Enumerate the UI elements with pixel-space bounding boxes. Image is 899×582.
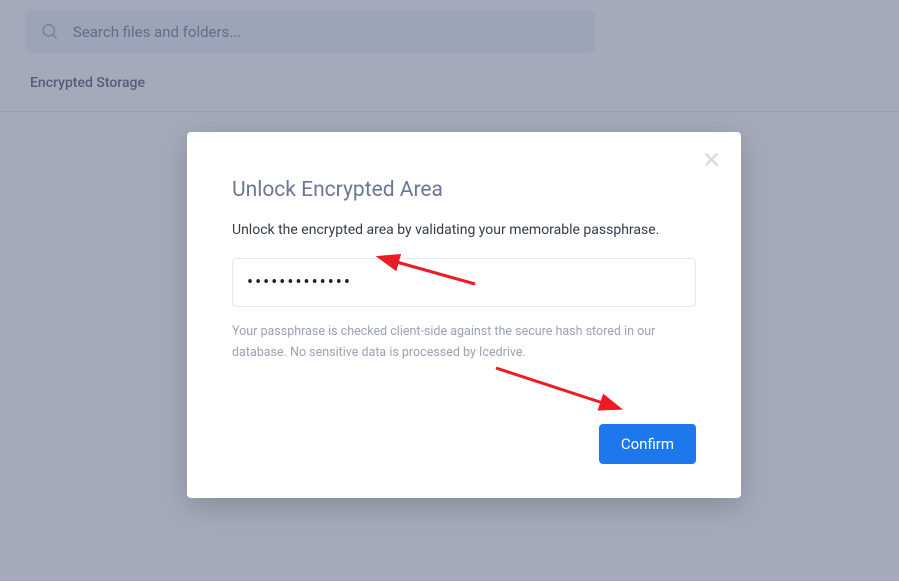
- dialog-title: Unlock Encrypted Area: [232, 178, 696, 202]
- confirm-button[interactable]: Confirm: [599, 424, 696, 464]
- dialog-actions: Confirm: [232, 424, 696, 464]
- close-button[interactable]: [704, 150, 719, 170]
- close-icon: [704, 152, 719, 167]
- dialog-hint: Your passphrase is checked client-side a…: [232, 321, 696, 364]
- passphrase-input[interactable]: [232, 258, 696, 307]
- unlock-dialog: Unlock Encrypted Area Unlock the encrypt…: [187, 132, 741, 498]
- dialog-subtitle: Unlock the encrypted area by validating …: [232, 222, 696, 238]
